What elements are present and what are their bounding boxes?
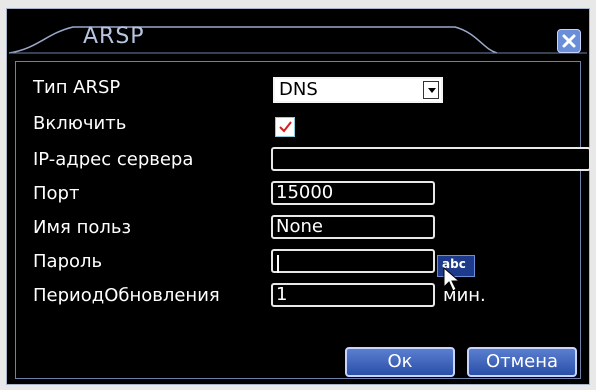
cancel-button[interactable]: Отмена — [467, 347, 577, 377]
dialog-title: ARSP — [83, 24, 145, 49]
update-period-value: 1 — [276, 284, 288, 305]
enable-label: Включить — [33, 113, 127, 134]
update-period-unit: мин. — [443, 285, 486, 306]
arsp-type-label: Тип ARSP — [33, 77, 121, 98]
server-ip-label: IP-адрес сервера — [33, 149, 194, 170]
arsp-type-value: DNS — [279, 79, 318, 100]
port-label: Порт — [33, 183, 80, 204]
update-period-field[interactable]: 1 — [271, 283, 435, 307]
arsp-type-select[interactable]: DNS — [273, 77, 443, 103]
server-ip-field[interactable] — [271, 147, 591, 171]
close-icon — [562, 34, 576, 48]
password-label: Пароль — [33, 251, 103, 272]
enable-checkbox[interactable] — [275, 117, 295, 137]
checkmark-icon — [279, 121, 292, 133]
username-label: Имя польз — [33, 217, 132, 238]
port-field[interactable]: 15000 — [271, 181, 435, 205]
username-field[interactable]: None — [271, 215, 435, 239]
port-value: 15000 — [276, 182, 334, 203]
arsp-dialog: ARSP Тип ARSP DNS Включить IP-адрес серв… — [6, 8, 591, 385]
chevron-down-icon[interactable] — [423, 81, 439, 99]
ok-button[interactable]: Ок — [345, 347, 455, 377]
password-field[interactable] — [271, 249, 435, 273]
text-caret — [277, 255, 279, 273]
close-button[interactable] — [557, 29, 581, 53]
update-period-label: ПериодОбновления — [33, 285, 220, 306]
username-value: None — [276, 216, 323, 237]
title-bar: ARSP — [7, 9, 589, 61]
